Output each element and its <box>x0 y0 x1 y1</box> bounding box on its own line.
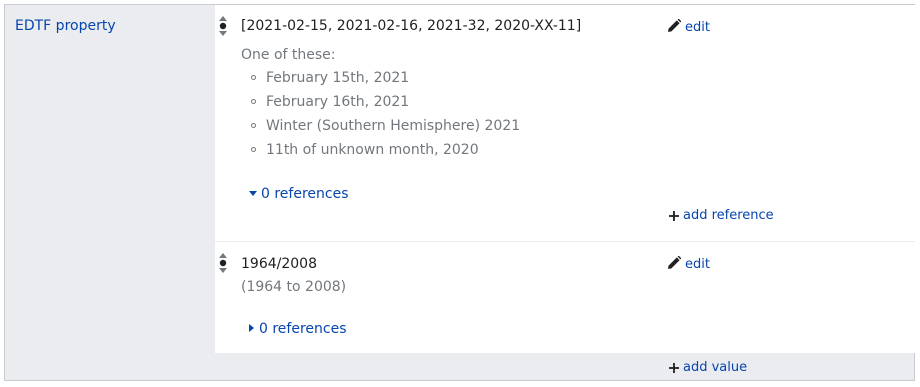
edit-button[interactable]: edit <box>667 18 710 35</box>
list-item: February 16th, 2021 <box>251 90 520 114</box>
statement: 1964/2008 (1964 to 2008) 0 references ed… <box>215 242 915 353</box>
add-reference-label: add reference <box>683 208 774 223</box>
references-toggle[interactable]: 0 references <box>249 321 347 337</box>
statement-value: [2021-02-15, 2021-02-16, 2021-32, 2020-X… <box>241 18 582 34</box>
plus-icon <box>669 211 679 221</box>
list-item: Winter (Southern Hemisphere) 2021 <box>251 114 520 138</box>
statement: [2021-02-15, 2021-02-16, 2021-32, 2020-X… <box>215 5 915 242</box>
rank-selector-icon[interactable] <box>218 252 228 274</box>
pencil-icon <box>668 255 682 269</box>
list-item: 11th of unknown month, 2020 <box>251 138 520 162</box>
rank-selector-icon[interactable] <box>218 15 228 37</box>
list-item: February 15th, 2021 <box>251 66 520 90</box>
property-label[interactable]: EDTF property <box>15 18 116 34</box>
bullet-icon <box>251 147 256 152</box>
add-value-label: add value <box>683 360 748 375</box>
value-description-heading: One of these: <box>241 47 336 63</box>
value-description-list: February 15th, 2021 February 16th, 2021 … <box>251 66 520 162</box>
bullet-icon <box>251 99 256 104</box>
caret-down-icon <box>249 191 257 196</box>
statement-value: 1964/2008 <box>241 256 317 272</box>
add-value-button[interactable]: add value <box>669 360 747 375</box>
plus-icon <box>669 363 679 373</box>
bullet-icon <box>251 123 256 128</box>
references-toggle[interactable]: 0 references <box>249 186 349 202</box>
list-item-text: February 16th, 2021 <box>266 94 410 110</box>
bullet-icon <box>251 75 256 80</box>
pencil-icon <box>668 18 682 32</box>
references-label: 0 references <box>261 186 349 202</box>
references-label: 0 references <box>259 321 347 337</box>
caret-right-icon <box>249 324 254 332</box>
add-reference-button[interactable]: add reference <box>669 208 774 223</box>
value-description: (1964 to 2008) <box>241 279 347 295</box>
edit-label: edit <box>685 257 710 272</box>
statement-list: [2021-02-15, 2021-02-16, 2021-32, 2020-X… <box>215 5 915 353</box>
edit-button[interactable]: edit <box>667 255 710 272</box>
list-item-text: February 15th, 2021 <box>266 70 410 86</box>
list-item-text: Winter (Southern Hemisphere) 2021 <box>266 118 521 134</box>
list-item-text: 11th of unknown month, 2020 <box>266 142 479 158</box>
edit-label: edit <box>685 20 710 35</box>
statement-group: EDTF property [2021-02-15, 2021-02-16, 2… <box>4 4 915 381</box>
